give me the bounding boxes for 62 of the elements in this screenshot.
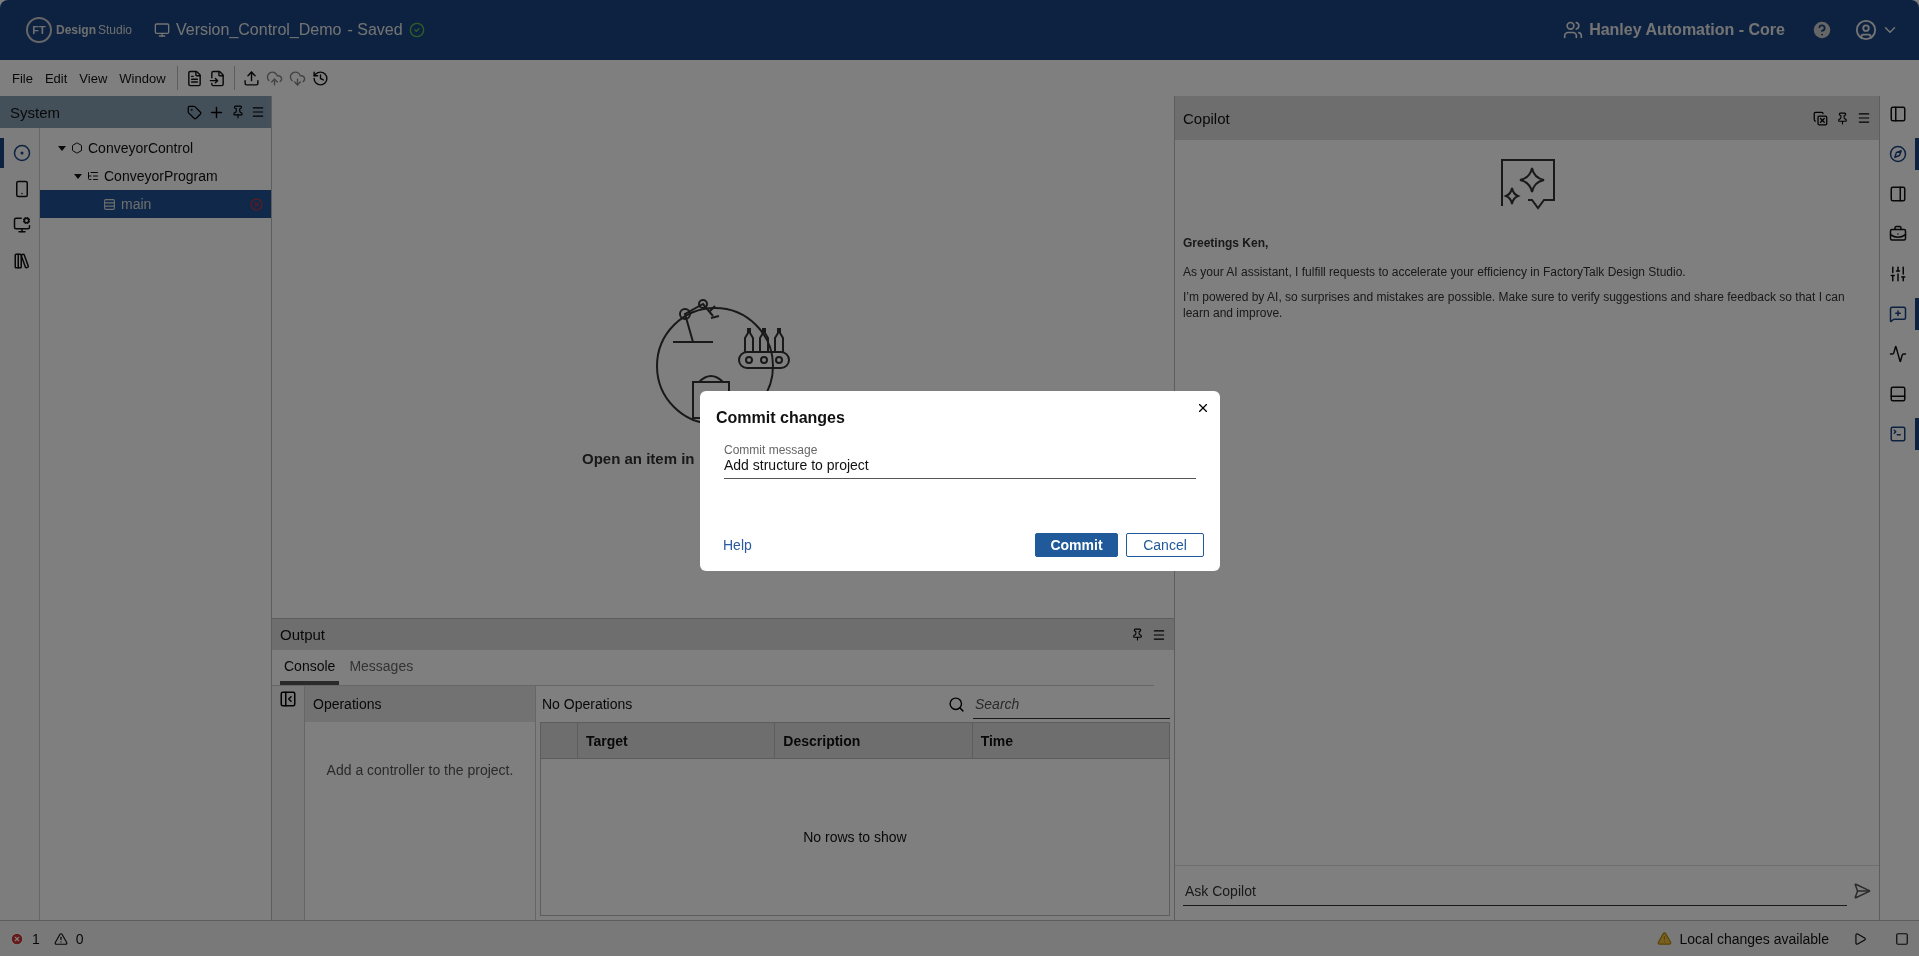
column-header: Time xyxy=(971,723,1169,758)
tree-item[interactable]: ConveyorControl xyxy=(40,134,271,162)
run-icon[interactable] xyxy=(1853,931,1867,946)
project-icon xyxy=(154,22,171,38)
menu-item[interactable]: Window xyxy=(113,66,172,90)
pin-icon[interactable] xyxy=(231,105,245,119)
commit-button[interactable]: Commit xyxy=(1035,533,1118,557)
empty-table-message: No rows to show xyxy=(803,829,907,845)
logo-text: Design xyxy=(56,23,96,37)
workspace-name: Hanley Automation - Core xyxy=(1589,21,1785,39)
warning-icon xyxy=(1656,931,1672,946)
field-label: Commit message xyxy=(724,443,819,457)
chat-input-field[interactable]: Ask Copilot xyxy=(1183,876,1847,906)
paragraph: I’m powered by AI, so surprises and mistakes are possible. Make sure to verify suggestions and share feedback so that I can learn and improve. xyxy=(1183,289,1846,321)
hexagon-icon xyxy=(71,142,83,154)
cancel-button[interactable]: Cancel xyxy=(1126,533,1204,557)
menu-item[interactable]: Edit xyxy=(38,66,74,90)
check-icon xyxy=(408,22,425,38)
empty-editor-text: Open an item in xyxy=(582,450,695,467)
paragraph: As your AI assistant, I fulfill requests to accelerate your efficiency in FactoryTalk Design Studio. xyxy=(1183,264,1687,280)
pin-icon[interactable] xyxy=(1131,628,1144,641)
hierarchy-icon xyxy=(87,170,99,182)
operations-header: Operations xyxy=(305,686,535,722)
error-count: 1 xyxy=(32,930,40,947)
status-notice: Local changes available xyxy=(1679,930,1829,947)
clear-icon[interactable] xyxy=(1813,110,1828,126)
menu-icon[interactable] xyxy=(1857,111,1871,125)
dialog-title: Commit changes xyxy=(716,409,846,427)
user-icon[interactable] xyxy=(1855,19,1877,41)
commit-message-field[interactable]: Add structure to project xyxy=(724,457,1196,479)
menu-item[interactable]: File xyxy=(6,66,39,90)
panel-title: Copilot xyxy=(1183,109,1231,127)
project-name: Version_Control_Demo xyxy=(176,21,342,39)
greeting-text: Greetings Ken, xyxy=(1183,236,1270,250)
error-icon xyxy=(10,931,24,946)
help-icon[interactable] xyxy=(1811,19,1833,41)
logo-mark: FT xyxy=(26,17,52,43)
column-header: Target xyxy=(577,723,775,758)
panel-title: System xyxy=(10,103,61,121)
tree-item[interactable]: ConveyorProgram xyxy=(40,162,271,190)
group-icon xyxy=(1563,20,1584,40)
column-header: Description xyxy=(774,723,972,758)
help-link[interactable]: Help xyxy=(723,537,1027,553)
menu-item[interactable]: View xyxy=(73,66,114,90)
search-field[interactable]: Search xyxy=(973,689,1170,719)
send-icon[interactable] xyxy=(1853,882,1871,900)
tab[interactable]: Messages xyxy=(345,650,418,685)
panel-icon[interactable] xyxy=(279,690,297,708)
save-status: - Saved xyxy=(347,21,403,39)
menu-icon[interactable] xyxy=(251,105,265,119)
menu-icon[interactable] xyxy=(1152,627,1166,642)
warning-count: 0 xyxy=(75,930,84,947)
search-icon xyxy=(948,695,965,713)
empty-message: Add a controller to the project. xyxy=(325,762,515,778)
panel-title: Output xyxy=(280,626,327,643)
operations-summary: No Operations xyxy=(542,696,634,712)
pin-icon[interactable] xyxy=(1836,111,1849,125)
tag-icon[interactable] xyxy=(187,104,202,120)
square-icon[interactable] xyxy=(1895,931,1909,946)
warning-icon xyxy=(53,931,68,946)
logo-text: Studio xyxy=(98,23,133,37)
tree-item[interactable]: main xyxy=(40,190,271,218)
